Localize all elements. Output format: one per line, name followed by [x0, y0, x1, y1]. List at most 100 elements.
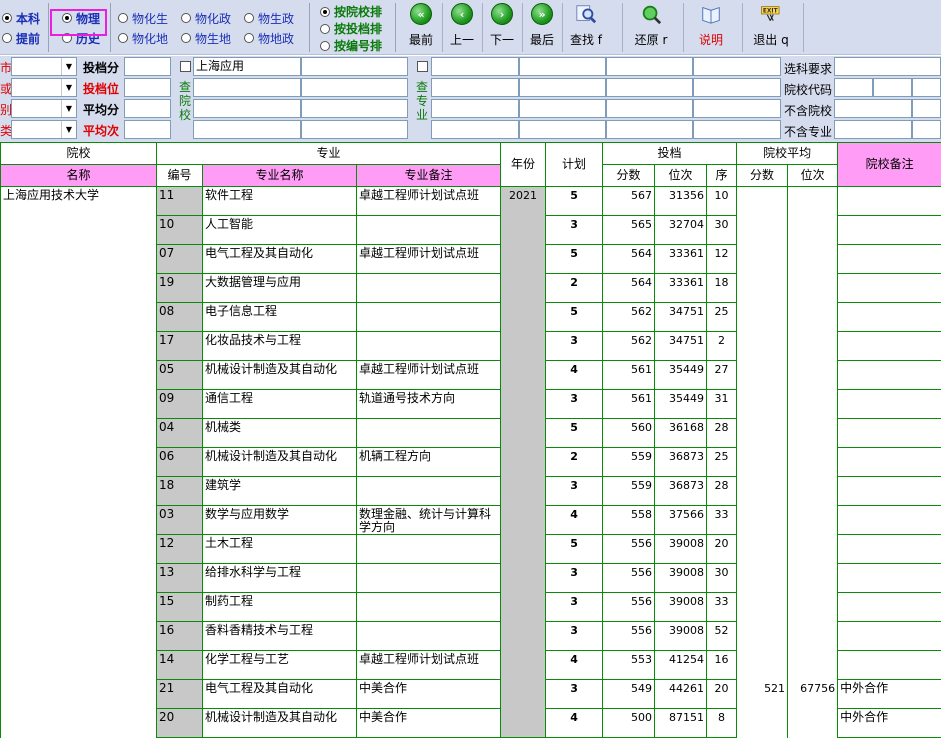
year-cell[interactable]: 2021 [500, 186, 547, 738]
code-cell[interactable]: 20 [156, 708, 203, 738]
avg-score-cell[interactable] [736, 534, 789, 564]
major-query-input[interactable] [693, 57, 781, 76]
avg-rank-cell[interactable] [787, 215, 839, 245]
plan-cell[interactable]: 3 [545, 621, 604, 651]
major-note-cell[interactable]: 轨道通号技术方向 [355, 389, 502, 419]
major-name-cell[interactable]: 数学与应用数学 [202, 505, 357, 535]
plan-cell[interactable]: 4 [545, 650, 604, 680]
major-name-cell[interactable]: 化妆品技术与工程 [202, 331, 357, 361]
code-cell[interactable]: 21 [156, 679, 203, 709]
score-cell[interactable]: 562 [602, 302, 656, 332]
avg-score-cell[interactable] [736, 563, 789, 593]
major-note-cell[interactable] [355, 621, 502, 651]
code-cell[interactable]: 09 [156, 389, 203, 419]
order-cell[interactable]: 25 [706, 447, 738, 477]
major-name-cell[interactable]: 建筑学 [202, 476, 357, 506]
avg-score-cell[interactable] [736, 360, 789, 390]
exclude-major-input[interactable] [912, 120, 941, 139]
order-cell[interactable]: 28 [706, 418, 738, 448]
school-name-cell[interactable]: 上海应用技术大学 [0, 186, 157, 738]
avg-score-cell[interactable] [736, 592, 789, 622]
code-cell[interactable]: 19 [156, 273, 203, 303]
score-cell[interactable]: 567 [602, 186, 656, 216]
major-note-cell[interactable]: 卓越工程师计划试点班 [355, 360, 502, 390]
header-major-note[interactable]: 专业备注 [355, 164, 502, 187]
code-cell[interactable]: 14 [156, 650, 203, 680]
avg-rank-cell[interactable] [787, 621, 839, 651]
school-query-input[interactable] [301, 78, 408, 97]
plan-cell[interactable]: 3 [545, 592, 604, 622]
score-cell[interactable]: 558 [602, 505, 656, 535]
avg-score-cell[interactable] [736, 389, 789, 419]
major-query-input[interactable] [431, 99, 519, 118]
school-note-cell[interactable] [837, 447, 941, 477]
avg-score-cell[interactable] [736, 302, 789, 332]
rank-cell[interactable]: 33361 [654, 273, 708, 303]
rank-cell[interactable]: 39008 [654, 592, 708, 622]
score-cell[interactable]: 559 [602, 447, 656, 477]
plan-cell[interactable]: 3 [545, 563, 604, 593]
sort-radio-code[interactable]: 按编号排 [320, 37, 382, 54]
filter-dropdown[interactable]: ▼ [11, 57, 77, 76]
major-query-input[interactable] [519, 120, 606, 139]
header-year[interactable]: 年份 [500, 142, 547, 187]
code-cell[interactable]: 17 [156, 331, 203, 361]
order-cell[interactable]: 31 [706, 389, 738, 419]
major-name-cell[interactable]: 人工智能 [202, 215, 357, 245]
avg-score-cell[interactable]: 521 [736, 679, 789, 709]
filter-dropdown[interactable]: ▼ [11, 78, 77, 97]
filter-dropdown[interactable]: ▼ [11, 99, 77, 118]
score-cell[interactable]: 564 [602, 273, 656, 303]
header-school-name[interactable]: 名称 [0, 164, 157, 187]
order-cell[interactable]: 30 [706, 215, 738, 245]
avg-score-cell[interactable] [736, 621, 789, 651]
header-score[interactable]: 分数 [602, 164, 656, 187]
major-query-input[interactable] [519, 57, 606, 76]
major-note-cell[interactable] [355, 592, 502, 622]
header-avg-score[interactable]: 分数 [736, 164, 789, 187]
combo-radio[interactable]: 物化地 [118, 29, 168, 48]
order-cell[interactable]: 10 [706, 186, 738, 216]
header-plan[interactable]: 计划 [545, 142, 604, 187]
major-note-cell[interactable]: 中美合作 [355, 679, 502, 709]
order-cell[interactable]: 52 [706, 621, 738, 651]
score-cell[interactable]: 500 [602, 708, 656, 738]
rank-input[interactable] [124, 78, 171, 97]
major-note-cell[interactable] [355, 563, 502, 593]
avg-score-cell[interactable] [736, 273, 789, 303]
major-name-cell[interactable]: 机械设计制造及其自动化 [202, 708, 357, 738]
subject-requirement-input[interactable] [834, 57, 941, 76]
major-name-cell[interactable]: 化学工程与工艺 [202, 650, 357, 680]
plan-cell[interactable]: 2 [545, 447, 604, 477]
major-name-cell[interactable]: 机械设计制造及其自动化 [202, 360, 357, 390]
rank-cell[interactable]: 37566 [654, 505, 708, 535]
rank-cell[interactable]: 34751 [654, 331, 708, 361]
major-query-input[interactable] [606, 99, 693, 118]
major-checkbox[interactable] [417, 61, 428, 72]
rank-cell[interactable]: 39008 [654, 563, 708, 593]
order-cell[interactable]: 20 [706, 534, 738, 564]
major-query-input[interactable] [606, 120, 693, 139]
school-note-cell[interactable]: 中外合作 [837, 679, 941, 709]
major-name-cell[interactable]: 给排水科学与工程 [202, 563, 357, 593]
major-name-cell[interactable]: 电气工程及其自动化 [202, 679, 357, 709]
restore-button[interactable]: 还原 r [628, 3, 674, 52]
code-cell[interactable]: 05 [156, 360, 203, 390]
batch-radio-undergrad[interactable]: 本科 [2, 9, 40, 28]
avg-rank-cell[interactable] [787, 592, 839, 622]
avg-rank-input[interactable] [124, 120, 171, 139]
school-query-input[interactable] [301, 57, 408, 76]
combo-radio[interactable]: 物化政 [181, 9, 231, 28]
header-code[interactable]: 编号 [156, 164, 203, 187]
avg-rank-cell[interactable] [787, 650, 839, 680]
school-note-cell[interactable] [837, 650, 941, 680]
school-note-cell[interactable] [837, 418, 941, 448]
school-query-input[interactable] [193, 120, 301, 139]
major-note-cell[interactable] [355, 331, 502, 361]
code-cell[interactable]: 10 [156, 215, 203, 245]
school-note-cell[interactable] [837, 563, 941, 593]
order-cell[interactable]: 2 [706, 331, 738, 361]
major-note-cell[interactable] [355, 476, 502, 506]
school-note-cell[interactable] [837, 534, 941, 564]
school-query-input[interactable] [301, 120, 408, 139]
